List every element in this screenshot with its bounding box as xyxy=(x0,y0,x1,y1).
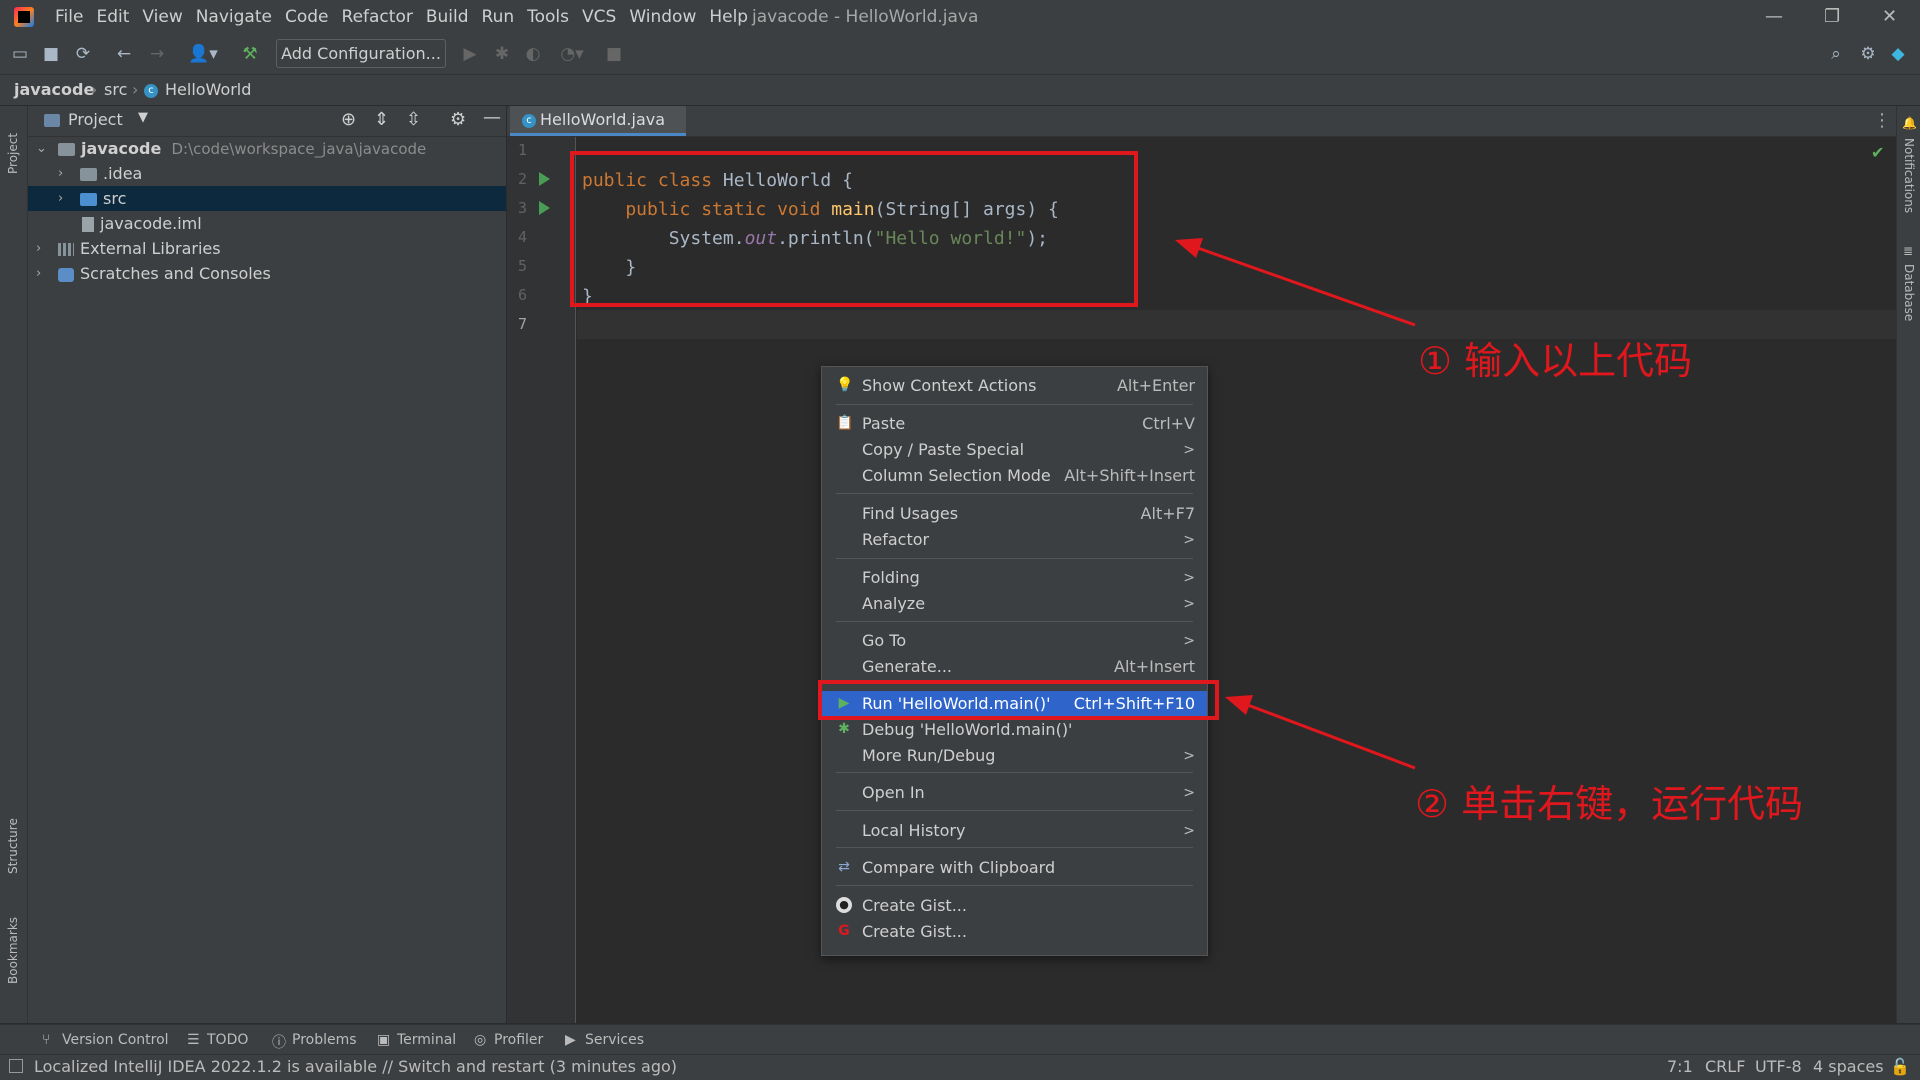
menu-separator xyxy=(836,404,1193,405)
arrow-to-run-item xyxy=(1225,695,1416,770)
tool-tab-problems[interactable]: Problems xyxy=(292,1032,357,1048)
menu-item-more-run-debug[interactable]: More Run/Debug > xyxy=(822,743,1207,769)
menu-item-go-to[interactable]: Go To > xyxy=(822,628,1207,654)
menu-item-open-in[interactable]: Open In > xyxy=(822,780,1207,806)
github-icon: ● xyxy=(836,897,852,913)
indent-setting[interactable]: 4 spaces xyxy=(1813,1057,1884,1076)
tool-tab-version-control[interactable]: Version Control xyxy=(62,1032,169,1048)
menu-item-show-context-actions[interactable]: 💡 Show Context Actions Alt+Enter xyxy=(822,373,1207,399)
menu-item-refactor[interactable]: Refactor > xyxy=(822,527,1207,553)
status-message[interactable]: Localized IntelliJ IDEA 2022.1.2 is avai… xyxy=(34,1057,677,1076)
menu-separator xyxy=(836,621,1193,622)
menu-separator xyxy=(836,772,1193,773)
services-icon: ▶ xyxy=(565,1032,576,1048)
file-encoding[interactable]: UTF-8 xyxy=(1755,1057,1802,1076)
profiler-icon: ◎ xyxy=(474,1032,487,1048)
menu-item-paste[interactable]: 📋 Paste Ctrl+V xyxy=(822,411,1207,437)
lightbulb-icon: 💡 xyxy=(836,377,854,393)
menu-item-find-usages[interactable]: Find Usages Alt+F7 xyxy=(822,501,1207,527)
menu-item-folding[interactable]: Folding > xyxy=(822,565,1207,591)
status-toggle-icon[interactable] xyxy=(9,1059,23,1073)
menu-separator xyxy=(836,493,1193,494)
version-control-icon: ⑂ xyxy=(42,1032,51,1048)
annotation-step-1: ① 输入以上代码 xyxy=(1418,339,1693,383)
menu-item-create-gist-gitee[interactable]: G Create Gist... xyxy=(822,919,1207,945)
menu-separator xyxy=(836,558,1193,559)
gitee-icon: G xyxy=(838,923,850,939)
compare-icon: ⇄ xyxy=(838,859,850,875)
bottom-tool-bar: ⑂ Version Control ☰ TODO ⓘ Problems ▣ Te… xyxy=(0,1024,1920,1055)
menu-item-column-selection[interactable]: Column Selection Mode Alt+Shift+Insert xyxy=(822,463,1207,489)
terminal-icon: ▣ xyxy=(377,1032,391,1048)
menu-item-create-gist-github[interactable]: ● Create Gist... xyxy=(822,893,1207,919)
status-bar: Localized IntelliJ IDEA 2022.1.2 is avai… xyxy=(0,1054,1920,1080)
menu-separator xyxy=(836,885,1193,886)
caret-position[interactable]: 7:1 xyxy=(1667,1057,1693,1076)
menu-separator xyxy=(836,810,1193,811)
run-item-highlight-box xyxy=(818,680,1219,720)
arrow-to-code xyxy=(1175,238,1416,327)
menu-item-local-history[interactable]: Local History > xyxy=(822,818,1207,844)
annotation-step-2: ② 单击右键，运行代码 xyxy=(1415,782,1804,826)
menu-item-debug-main[interactable]: ✱ Debug 'HelloWorld.main()' xyxy=(822,717,1207,743)
editor-context-menu: 💡 Show Context Actions Alt+Enter 📋 Paste Ctr… xyxy=(821,366,1208,956)
lock-icon[interactable]: 🔓 xyxy=(1890,1057,1910,1076)
menu-item-copy-paste-special[interactable]: Copy / Paste Special > xyxy=(822,437,1207,463)
tool-tab-terminal[interactable]: Terminal xyxy=(397,1032,456,1048)
menu-item-compare-clipboard[interactable]: ⇄ Compare with Clipboard xyxy=(822,855,1207,881)
clipboard-icon: 📋 xyxy=(836,415,854,431)
menu-separator xyxy=(836,847,1193,848)
tool-tab-services[interactable]: Services xyxy=(585,1032,644,1048)
tool-tab-todo[interactable]: TODO xyxy=(207,1032,248,1048)
todo-icon: ☰ xyxy=(187,1032,200,1048)
problems-icon: ⓘ xyxy=(272,1035,286,1051)
line-separator[interactable]: CRLF xyxy=(1705,1057,1745,1076)
menu-item-analyze[interactable]: Analyze > xyxy=(822,591,1207,617)
debug-bug-icon: ✱ xyxy=(838,721,850,737)
tool-tab-profiler[interactable]: Profiler xyxy=(494,1032,543,1048)
menu-item-generate[interactable]: Generate... Alt+Insert xyxy=(822,654,1207,680)
